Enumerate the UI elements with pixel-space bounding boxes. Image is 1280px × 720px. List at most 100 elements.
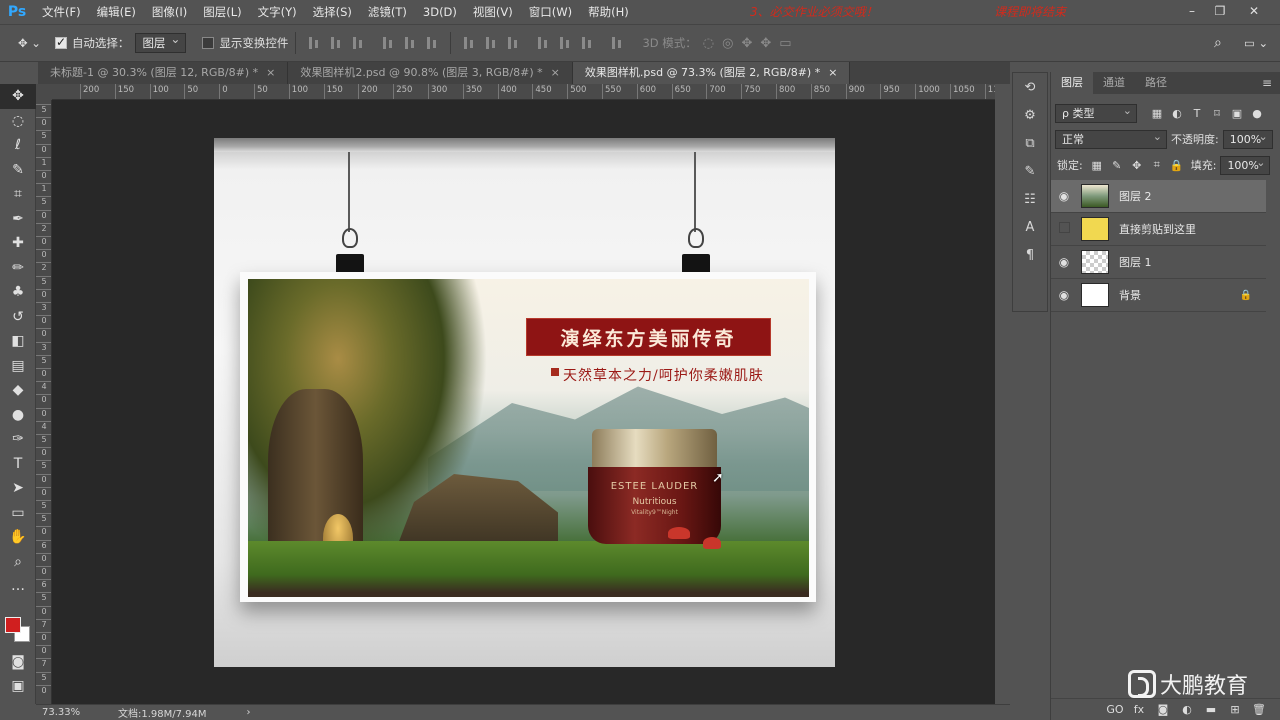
tab-untitled-1[interactable]: 未标题-1 @ 30.3% (图层 12, RGB/8#) * × bbox=[38, 62, 289, 84]
layer-filter-dropdown[interactable]: ρ 类型 bbox=[1055, 102, 1137, 123]
panel-menu-icon[interactable]: ≡ bbox=[1262, 76, 1272, 90]
zoom-tool-icon[interactable]: ⌕ bbox=[0, 550, 36, 575]
filter-adjustment-icon[interactable]: ◐ bbox=[1167, 107, 1187, 120]
layer-style-icon[interactable]: fx bbox=[1127, 703, 1151, 716]
menu-filter[interactable]: 滤镜(T) bbox=[360, 0, 415, 24]
quick-mask-icon[interactable]: ◙ bbox=[0, 650, 36, 675]
distribute-right-icon[interactable] bbox=[578, 34, 596, 52]
tab-mockup[interactable]: 效果图样机.psd @ 73.3% (图层 2, RGB/8#) * × bbox=[572, 62, 851, 84]
layer-row-paste-here[interactable]: 直接剪贴到这里 bbox=[1051, 213, 1266, 246]
horizontal-ruler[interactable]: 200 150 100 50 0 50 100 150 200 250 300 350 400 450 50… bbox=[52, 84, 995, 100]
new-layer-icon[interactable]: ⊞ bbox=[1223, 703, 1247, 716]
tab-paths[interactable]: 路径 bbox=[1135, 72, 1177, 94]
color-swatches[interactable] bbox=[4, 614, 34, 644]
zoom-level-field[interactable]: 73.33% bbox=[36, 707, 94, 718]
quick-selection-tool-icon[interactable]: ✎ bbox=[0, 158, 36, 183]
close-icon[interactable]: ✕ bbox=[1240, 0, 1268, 22]
character-panel-icon[interactable]: A bbox=[1013, 213, 1047, 241]
vertical-ruler[interactable]: 5 0 5 0 1 0 1 5 0 2 0 0 2 5 0 3 0 0 3 5 0 4 0 0 4 5 0 5 0 0 5 5 0 6 0 0 6 5 0 7… bbox=[36, 100, 52, 704]
paragraph-panel-icon[interactable]: ¶ bbox=[1013, 241, 1047, 269]
gradient-tool-icon[interactable]: ▤ bbox=[0, 354, 36, 379]
history-brush-tool-icon[interactable]: ↺ bbox=[0, 305, 36, 330]
menu-help[interactable]: 帮助(H) bbox=[580, 0, 637, 24]
auto-select-checkbox[interactable] bbox=[54, 35, 67, 49]
new-group-icon[interactable]: ▬ bbox=[1199, 703, 1223, 716]
menu-type[interactable]: 文字(Y) bbox=[250, 0, 305, 24]
tab-mockup-2[interactable]: 效果图样机2.psd @ 90.8% (图层 3, RGB/8#) * × bbox=[288, 62, 573, 84]
align-right-icon[interactable] bbox=[423, 34, 441, 52]
marquee-tool-icon[interactable]: ◌ bbox=[0, 109, 36, 134]
menu-layer[interactable]: 图层(L) bbox=[195, 0, 249, 24]
menu-view[interactable]: 视图(V) bbox=[465, 0, 521, 24]
align-top-icon[interactable] bbox=[305, 34, 323, 52]
properties-panel-icon[interactable]: ⚙ bbox=[1013, 101, 1047, 129]
align-left-icon[interactable] bbox=[379, 34, 397, 52]
adjustment-layer-icon[interactable]: ◐ bbox=[1175, 703, 1199, 716]
clone-stamp-tool-icon[interactable]: ♣ bbox=[0, 280, 36, 305]
lasso-tool-icon[interactable]: ℓ bbox=[0, 133, 36, 158]
blur-tool-icon[interactable]: ◆ bbox=[0, 378, 36, 403]
canvas-area[interactable]: 演绎东方美丽传奇 天然草本之力/呵护你柔嫩肌肤 ESTEE LAUDER Nut… bbox=[52, 100, 995, 704]
restore-icon[interactable]: ❐ bbox=[1206, 0, 1234, 22]
distribute-top-icon[interactable] bbox=[460, 34, 478, 52]
link-layers-icon[interactable]: GO bbox=[1103, 703, 1127, 716]
filter-type-icon[interactable]: T bbox=[1187, 107, 1207, 120]
rectangle-tool-icon[interactable]: ▭ bbox=[0, 501, 36, 526]
align-bottom-icon[interactable] bbox=[349, 34, 367, 52]
layer-row-layer-2[interactable]: ◉ 图层 2 bbox=[1051, 180, 1266, 213]
add-mask-icon[interactable]: ◙ bbox=[1151, 703, 1175, 716]
align-horizontal-center-icon[interactable] bbox=[401, 34, 419, 52]
document-canvas[interactable]: 演绎东方美丽传奇 天然草本之力/呵护你柔嫩肌肤 ESTEE LAUDER Nut… bbox=[214, 138, 835, 667]
adjustments-panel-icon[interactable]: ☷ bbox=[1013, 185, 1047, 213]
ruler-origin[interactable] bbox=[36, 84, 52, 100]
auto-select-target-dropdown[interactable]: 图层 bbox=[135, 31, 187, 53]
show-transform-checkbox[interactable] bbox=[202, 37, 215, 49]
move-tool-preset-icon[interactable]: ✥ ⌄ bbox=[18, 36, 41, 50]
layer-row-layer-1[interactable]: ◉ 图层 1 bbox=[1051, 246, 1266, 279]
hand-tool-icon[interactable]: ✋ bbox=[0, 525, 36, 550]
minimize-icon[interactable]: – bbox=[1178, 0, 1206, 22]
menu-edit[interactable]: 编辑(E) bbox=[89, 0, 144, 24]
lock-all-icon[interactable]: 🔒 bbox=[1167, 159, 1187, 172]
lock-position-icon[interactable]: ✥ bbox=[1127, 159, 1147, 172]
dodge-tool-icon[interactable]: ● bbox=[0, 403, 36, 428]
status-menu-arrow[interactable]: › bbox=[247, 707, 251, 718]
libraries-panel-icon[interactable]: ⧉ bbox=[1013, 129, 1047, 157]
tab-close-icon[interactable]: × bbox=[266, 66, 275, 79]
visibility-toggle-off[interactable] bbox=[1051, 222, 1077, 236]
menu-select[interactable]: 选择(S) bbox=[305, 0, 360, 24]
type-tool-icon[interactable]: T bbox=[0, 452, 36, 477]
visibility-eye-icon[interactable]: ◉ bbox=[1051, 255, 1077, 269]
filter-pixel-icon[interactable]: ▦ bbox=[1147, 107, 1167, 120]
tab-close-icon[interactable]: × bbox=[551, 66, 560, 79]
distribute-bottom-icon[interactable] bbox=[504, 34, 522, 52]
distribute-horizontal-center-icon[interactable] bbox=[556, 34, 574, 52]
screen-mode-icon[interactable]: ▣ bbox=[0, 674, 36, 699]
menu-file[interactable]: 文件(F) bbox=[34, 0, 89, 24]
eyedropper-tool-icon[interactable]: ✒ bbox=[0, 207, 36, 232]
brush-tool-icon[interactable]: ✏ bbox=[0, 256, 36, 281]
lock-artboard-icon[interactable]: ⌗ bbox=[1147, 158, 1167, 172]
auto-align-layers-icon[interactable] bbox=[608, 34, 626, 52]
blend-mode-dropdown[interactable]: 正常 bbox=[1055, 128, 1167, 149]
distribute-left-icon[interactable] bbox=[534, 34, 552, 52]
filter-smart-object-icon[interactable]: ▣ bbox=[1227, 107, 1247, 120]
history-panel-icon[interactable]: ⟲ bbox=[1013, 73, 1047, 101]
menu-3d[interactable]: 3D(D) bbox=[415, 0, 465, 24]
filter-toggle-icon[interactable]: ● bbox=[1247, 107, 1267, 120]
visibility-eye-icon[interactable]: ◉ bbox=[1051, 189, 1077, 203]
pen-tool-icon[interactable]: ✑ bbox=[0, 427, 36, 452]
search-icon[interactable]: ⌕ bbox=[1214, 35, 1222, 51]
delete-layer-icon[interactable]: 🗑 bbox=[1247, 703, 1271, 716]
move-tool-icon[interactable]: ✥ bbox=[0, 84, 36, 109]
distribute-vertical-center-icon[interactable] bbox=[482, 34, 500, 52]
brushes-panel-icon[interactable]: ✎ bbox=[1013, 157, 1047, 185]
crop-tool-icon[interactable]: ⌗ bbox=[0, 182, 36, 207]
more-tools-icon[interactable]: … bbox=[0, 574, 36, 599]
tab-layers[interactable]: 图层 bbox=[1051, 72, 1093, 94]
tab-channels[interactable]: 通道 bbox=[1093, 72, 1135, 94]
align-vertical-center-icon[interactable] bbox=[327, 34, 345, 52]
layer-row-background[interactable]: ◉ 背景 🔒 bbox=[1051, 279, 1266, 312]
foreground-color-swatch[interactable] bbox=[5, 617, 21, 633]
workspace-icon[interactable]: ▭ ⌄ bbox=[1244, 36, 1268, 50]
